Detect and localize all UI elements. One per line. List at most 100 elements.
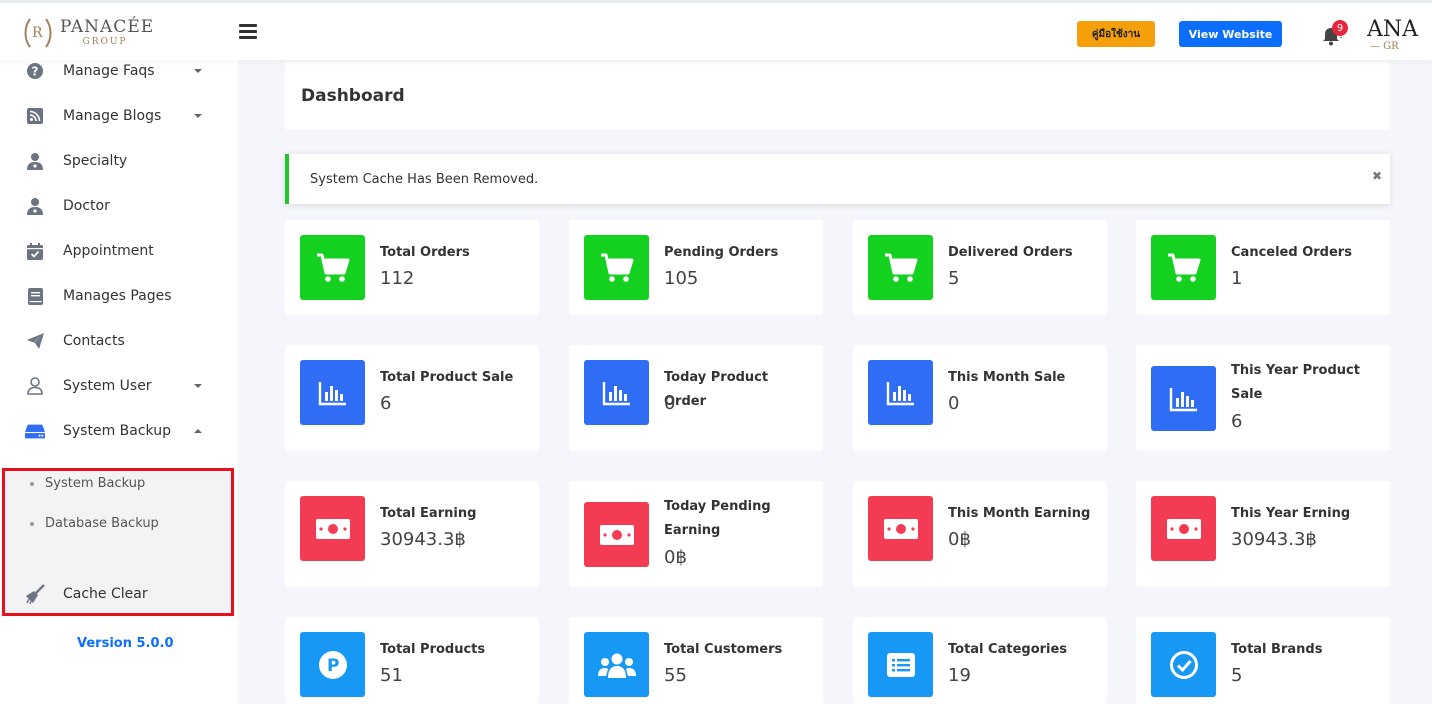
stat-label: Delivered Orders (948, 245, 1073, 260)
sidebar-item-doctor[interactable]: Doctor (0, 186, 238, 226)
sidebar-item-label: Specialty (63, 153, 128, 169)
stat-value: 105 (664, 268, 699, 289)
chevron-down-icon (194, 384, 202, 388)
cart-icon (1151, 235, 1216, 300)
panacee-logo[interactable]: R PANACÉE GROUP (22, 15, 153, 51)
stat-card-this-month-sale[interactable]: This Month Sale 0 (853, 345, 1107, 451)
stat-card-this-year-earning[interactable]: This Year Erning 30943.3฿ (1136, 481, 1390, 587)
version-label: Version 5.0.0 (77, 636, 174, 651)
sidebar-item-cache-clear[interactable]: Cache Clear (0, 574, 238, 614)
submenu-database-backup[interactable]: Database Backup (30, 516, 159, 531)
stat-label: This Year Erning (1231, 506, 1351, 521)
success-alert: System Cache Has Been Removed. ✖ (285, 154, 1390, 204)
svg-text:R: R (32, 25, 43, 41)
stat-label: Total Earning (380, 506, 477, 521)
stat-label: Total Product Sale (380, 370, 514, 385)
bullet-icon (30, 481, 34, 486)
sidebar-item-label: Manage Blogs (63, 108, 162, 124)
dashboard-header-card: Dashboard (285, 62, 1390, 130)
sidebar-item-contacts[interactable]: Contacts (0, 321, 238, 361)
stat-label: Total Categories (948, 642, 1068, 657)
sidebar-item-label: Contacts (63, 333, 125, 349)
stat-card-total-products[interactable]: P Total Products 51 (285, 617, 539, 704)
stat-card-today-product-order[interactable]: Today Product Order 0 (569, 345, 823, 451)
stat-card-this-month-earning[interactable]: This Month Earning 0฿ (853, 481, 1107, 587)
hamburger-menu-icon[interactable] (239, 24, 257, 40)
notification-badge: 9 (1332, 20, 1348, 36)
stat-label: Total Orders (380, 245, 470, 260)
sidebar-item-label: Doctor (63, 198, 110, 214)
logo-sub-text: GROUP (82, 37, 128, 47)
sidebar-item-system-backup[interactable]: System Backup (0, 411, 238, 451)
calendar-check-icon (25, 241, 45, 261)
money-bill-icon (868, 496, 933, 561)
stat-card-pending-orders[interactable]: Pending Orders 105 (569, 220, 823, 315)
chevron-up-icon (194, 429, 202, 433)
stat-card-today-pending-earning[interactable]: Today Pending Earning 0฿ (569, 481, 823, 587)
stat-card-this-year-product-sale[interactable]: This Year Product Sale 6 (1136, 345, 1390, 451)
sidebar-item-label: System Backup (63, 423, 171, 439)
stat-value: 51 (380, 665, 403, 686)
stat-label: This Year Product Sale (1231, 363, 1360, 402)
stat-label: This Month Sale (948, 370, 1066, 385)
stat-value: 30943.3฿ (1231, 529, 1317, 550)
stat-label: Total Products (380, 642, 486, 657)
sidebar-item-appointment[interactable]: Appointment (0, 231, 238, 271)
laurel-logo-icon: R (24, 18, 52, 48)
stat-label: Canceled Orders (1231, 245, 1352, 260)
submenu-system-backup[interactable]: System Backup (30, 476, 145, 491)
sidebar-item-label: Appointment (63, 243, 154, 259)
stat-card-total-categories[interactable]: Total Categories 19 (853, 617, 1107, 704)
stat-card-canceled-orders[interactable]: Canceled Orders 1 (1136, 220, 1390, 315)
stat-card-total-earning[interactable]: Total Earning 30943.3฿ (285, 481, 539, 587)
close-icon[interactable]: ✖ (1372, 169, 1382, 183)
svg-text:?: ? (32, 65, 39, 79)
cart-icon (868, 235, 933, 300)
stat-card-total-product-sale[interactable]: Total Product Sale 6 (285, 345, 539, 451)
stat-card-delivered-orders[interactable]: Delivered Orders 5 (853, 220, 1107, 315)
stat-value: 5 (948, 268, 960, 289)
money-bill-icon (584, 502, 649, 567)
users-icon (584, 632, 649, 697)
stat-card-total-brands[interactable]: Total Brands 5 (1136, 617, 1390, 704)
question-circle-icon: ? (25, 61, 45, 81)
stat-card-total-orders[interactable]: Total Orders 112 (285, 220, 539, 315)
list-icon (868, 632, 933, 697)
stat-value: 6 (1231, 411, 1243, 432)
page-title: Dashboard (301, 86, 405, 106)
alert-message: System Cache Has Been Removed. (310, 172, 539, 187)
sidebar-item-label: Manages Pages (63, 288, 172, 304)
bullet-icon (30, 521, 34, 526)
sidebar-item-label: System User (63, 378, 152, 394)
view-website-button[interactable]: View Website (1179, 21, 1282, 47)
profile-brand[interactable]: ANA (1367, 17, 1432, 42)
sidebar-item-specialty[interactable]: Specialty (0, 141, 238, 181)
stat-value: 0฿ (948, 529, 971, 550)
sidebar: ? Manage Faqs Manage Blogs Specialty Doc… (0, 60, 238, 704)
rss-icon (25, 106, 45, 126)
product-p-icon: P (300, 632, 365, 697)
submenu-label: System Backup (45, 476, 146, 491)
top-header: R PANACÉE GROUP คู่มือใช้งาน View Websit… (0, 0, 1432, 60)
sidebar-item-manages-pages[interactable]: Manages Pages (0, 276, 238, 316)
sidebar-item-system-user[interactable]: System User (0, 366, 238, 406)
stat-label: Today Pending Earning (664, 499, 771, 538)
stat-value: 0 (664, 393, 676, 414)
bar-chart-icon (584, 360, 649, 425)
stat-value: 55 (664, 665, 687, 686)
stat-value: 0 (948, 393, 960, 414)
stat-label: Total Customers (664, 642, 783, 657)
bar-chart-icon (300, 360, 365, 425)
stat-label: Pending Orders (664, 245, 779, 260)
broom-icon (25, 584, 45, 604)
cart-icon (584, 235, 649, 300)
money-bill-icon (1151, 496, 1216, 561)
stat-card-total-customers[interactable]: Total Customers 55 (569, 617, 823, 704)
stat-value: 1 (1231, 268, 1243, 289)
sidebar-item-manage-blogs[interactable]: Manage Blogs (0, 96, 238, 136)
manual-button[interactable]: คู่มือใช้งาน (1077, 21, 1155, 47)
stat-value: 0฿ (664, 547, 687, 568)
stat-value: 112 (380, 268, 415, 289)
stat-value: 5 (1231, 665, 1243, 686)
chevron-down-icon (194, 114, 202, 118)
